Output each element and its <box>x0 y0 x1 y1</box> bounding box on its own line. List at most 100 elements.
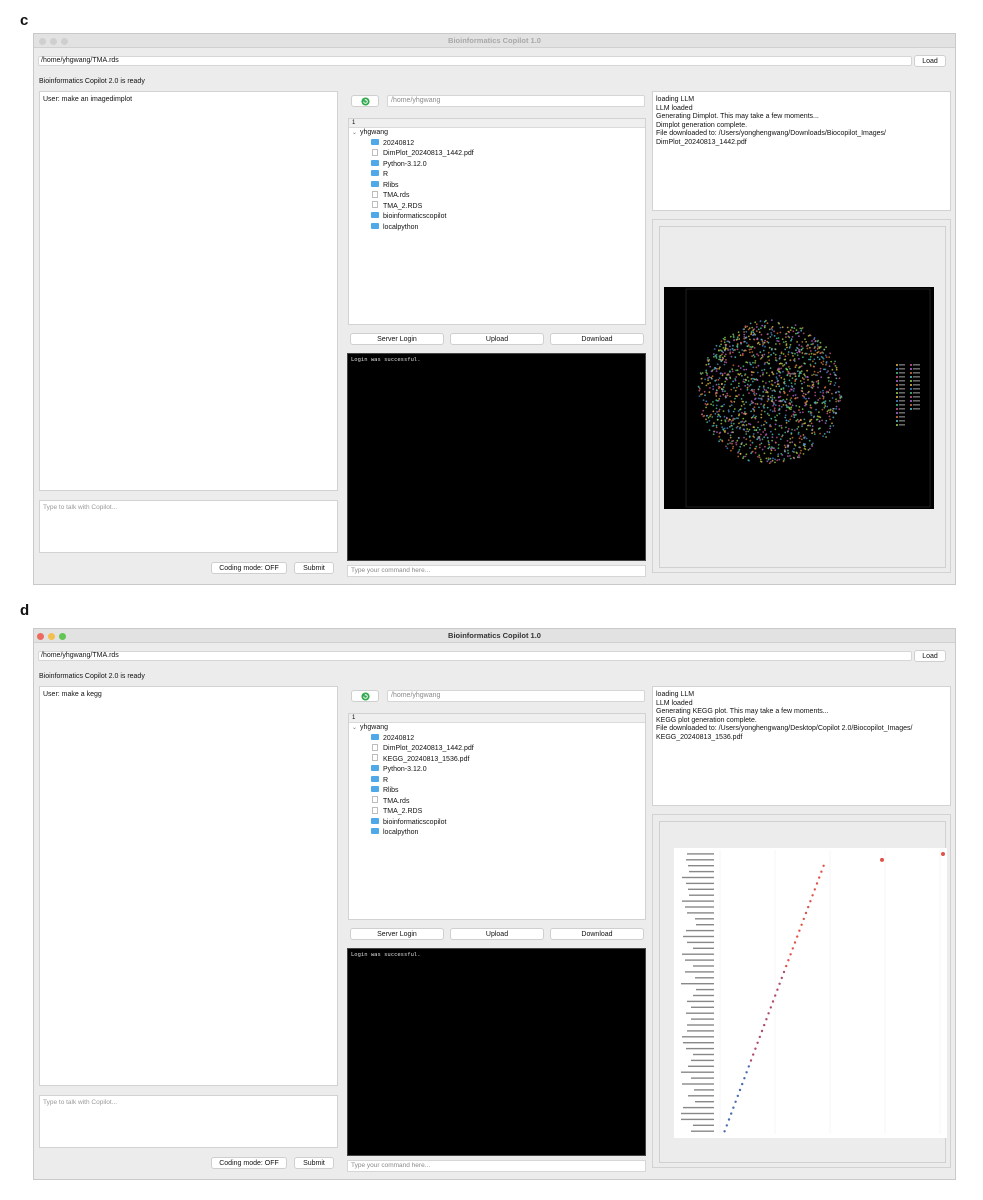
upload-button[interactable]: Upload <box>450 333 544 345</box>
coding-mode-button[interactable]: Coding mode: OFF <box>211 562 287 574</box>
tree-item[interactable]: R <box>349 170 645 181</box>
status-text: Bioinformatics Copilot 2.0 is ready <box>39 78 145 85</box>
tree-item[interactable]: DimPlot_20240813_1442.pdf <box>349 148 645 160</box>
file-icon <box>372 148 378 156</box>
directory-path-input[interactable]: /home/yhgwang <box>387 95 645 107</box>
submit-button[interactable]: Submit <box>294 1157 334 1169</box>
tree-item[interactable]: localpython <box>349 828 645 839</box>
folder-icon <box>371 733 379 740</box>
tree-item-label: localpython <box>383 223 419 231</box>
file-tree[interactable]: 1 ⌄ yhgwang 20240812 DimPlot_20240813_144… <box>348 713 646 920</box>
panel-label-c: c <box>20 12 29 29</box>
refresh-button[interactable] <box>351 690 379 702</box>
tree-root[interactable]: ⌄ yhgwang <box>349 723 645 734</box>
tree-item-label: DimPlot_20240813_1442.pdf <box>383 745 474 752</box>
title-bar[interactable]: Bioinformatics Copilot 1.0 <box>34 629 955 643</box>
terminal-output[interactable]: Login was successful. <box>347 353 646 561</box>
folder-icon <box>371 138 379 145</box>
submit-button[interactable]: Submit <box>294 562 334 574</box>
log-line: File downloaded to: /Users/yonghengwang/… <box>656 130 886 137</box>
tree-header: 1 <box>349 714 645 723</box>
log-line: File downloaded to: /Users/yonghengwang/… <box>656 725 913 732</box>
log-line: Generating KEGG plot. This may take a fe… <box>656 708 829 715</box>
chat-input[interactable]: Type to talk with Copilot... <box>39 500 338 553</box>
tree-item[interactable]: bioinformaticscopilot <box>349 817 645 829</box>
tree-item[interactable]: localpython <box>349 222 645 234</box>
terminal-output[interactable]: Login was successful. <box>347 948 646 1156</box>
tree-item-label: R <box>383 171 389 178</box>
image-preview-frame <box>659 821 950 1163</box>
tree-item-label: R <box>383 776 389 784</box>
tree-item[interactable]: R <box>349 775 645 787</box>
log-line: LLM loaded <box>656 699 693 707</box>
chevron-down-icon[interactable]: ⌄ <box>352 723 360 734</box>
tree-root-label: yhgwang <box>360 129 389 136</box>
tree-item[interactable]: TMA.rds <box>349 190 645 202</box>
folder-icon <box>371 828 379 835</box>
directory-path-input[interactable]: /home/yhgwang <box>387 690 645 702</box>
tree-item[interactable]: Rlibs <box>349 180 645 192</box>
kegg-plot-background <box>674 848 950 1138</box>
log-line: Generating Dimplot. This may take a few … <box>656 113 819 120</box>
file-tree[interactable]: 1 ⌄ yhgwang 20240812 DimPlot_20240813_144… <box>348 118 646 325</box>
terminal-line: Login was successful. <box>351 952 421 958</box>
refresh-icon <box>360 96 370 106</box>
tree-item[interactable]: Python-3.12.0 <box>349 159 645 171</box>
image-preview-frame <box>659 226 946 568</box>
tree-header: 1 <box>349 119 645 128</box>
upload-button[interactable]: Upload <box>450 928 544 940</box>
tree-item-label: DimPlot_20240813_1442.pdf <box>383 150 474 157</box>
download-button[interactable]: Download <box>550 333 644 345</box>
chevron-down-icon[interactable]: ⌄ <box>352 128 360 139</box>
log-line: KEGG plot generation complete. <box>656 716 757 724</box>
tree-item[interactable]: DimPlot_20240813_1442.pdf <box>349 743 645 755</box>
file-path-input[interactable]: /home/yhgwang/TMA.rds <box>38 56 912 66</box>
log-line: loading LLM <box>656 96 695 103</box>
tree-item[interactable]: 20240812 <box>349 138 645 150</box>
folder-icon <box>371 786 379 793</box>
tree-item-label: bioinformaticscopilot <box>383 818 447 826</box>
image-preview-area[interactable] <box>652 814 951 1168</box>
log-output[interactable]: loading LLM LLM loaded Generating Dimplo… <box>652 91 951 211</box>
server-login-button[interactable]: Server Login <box>350 333 444 345</box>
file-path-input[interactable]: /home/yhgwang/TMA.rds <box>38 651 912 661</box>
coding-mode-button[interactable]: Coding mode: OFF <box>211 1157 287 1169</box>
folder-icon <box>371 180 379 187</box>
title-bar[interactable]: Bioinformatics Copilot 1.0 <box>34 34 955 48</box>
tree-item-label: TMA.rds <box>383 797 410 805</box>
chat-history[interactable]: User: make a kegg <box>39 686 338 1086</box>
log-line: Dimplot generation complete. <box>656 121 748 129</box>
tree-root-label: yhgwang <box>360 724 389 731</box>
tree-item[interactable]: KEGG_20240813_1536.pdf <box>349 754 645 766</box>
tree-item-label: KEGG_20240813_1536.pdf <box>383 755 470 763</box>
command-input[interactable]: Type your command here... <box>347 1160 646 1172</box>
chat-message: User: make a kegg <box>43 691 102 698</box>
folder-icon <box>371 159 379 166</box>
tree-item-label: bioinformaticscopilot <box>383 213 447 220</box>
tree-item[interactable]: TMA.rds <box>349 796 645 808</box>
file-icon <box>372 743 378 751</box>
tree-item[interactable]: Rlibs <box>349 786 645 797</box>
tree-item[interactable]: bioinformaticscopilot <box>349 212 645 223</box>
log-output[interactable]: loading LLM LLM loaded Generating KEGG p… <box>652 686 951 806</box>
log-line: LLM loaded <box>656 104 693 112</box>
load-button[interactable]: Load <box>914 55 946 67</box>
tree-item-label: Rlibs <box>383 787 399 794</box>
download-button[interactable]: Download <box>550 928 644 940</box>
load-button[interactable]: Load <box>914 650 946 662</box>
chat-history[interactable]: User: make an imagedimplot <box>39 91 338 491</box>
log-line: loading LLM <box>656 691 695 698</box>
image-preview-area[interactable] <box>652 219 951 573</box>
tree-item[interactable]: TMA_2.RDS <box>349 201 645 213</box>
tree-item[interactable]: TMA_2.RDS <box>349 806 645 818</box>
plot-background <box>664 287 934 509</box>
server-login-button[interactable]: Server Login <box>350 928 444 940</box>
file-icon <box>372 754 378 762</box>
tree-root[interactable]: ⌄ yhgwang <box>349 128 645 139</box>
chat-input[interactable]: Type to talk with Copilot... <box>39 1095 338 1148</box>
tree-item[interactable]: Python-3.12.0 <box>349 765 645 776</box>
window-title: Bioinformatics Copilot 1.0 <box>448 36 541 45</box>
command-input[interactable]: Type your command here... <box>347 565 646 577</box>
refresh-button[interactable] <box>351 95 379 107</box>
tree-item[interactable]: 20240812 <box>349 733 645 745</box>
